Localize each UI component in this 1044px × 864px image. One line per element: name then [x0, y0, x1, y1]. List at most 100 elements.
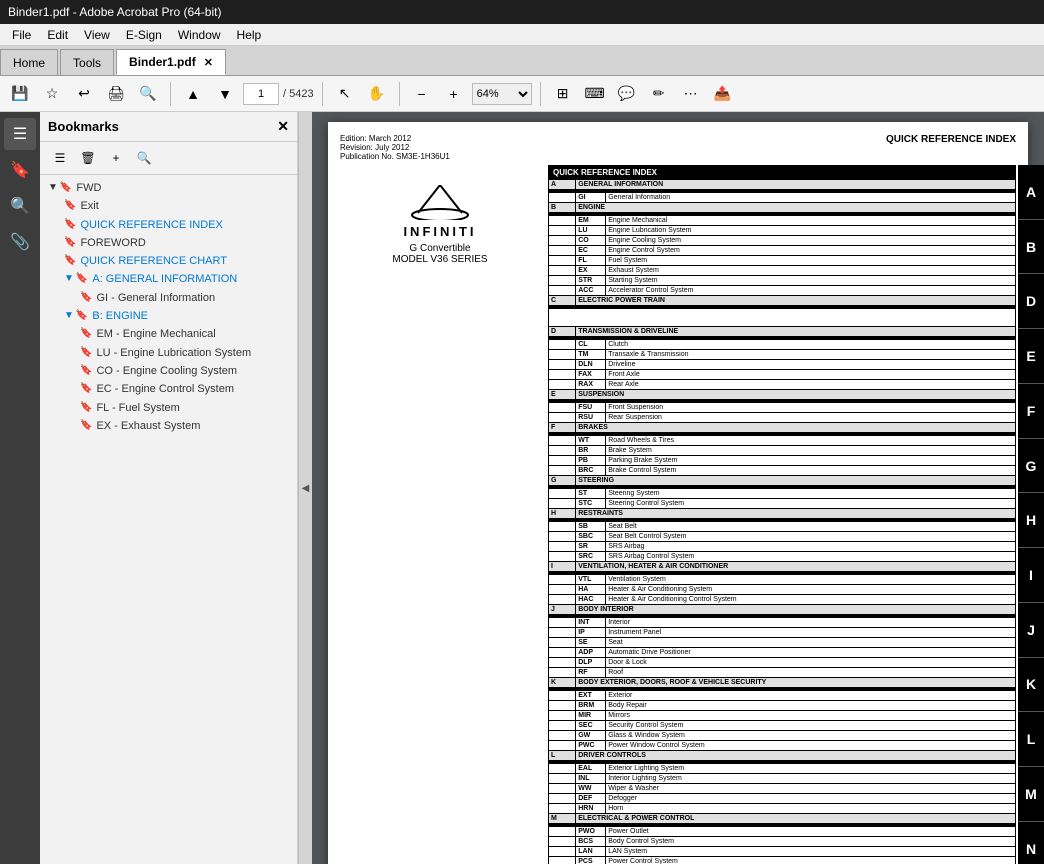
fwd-label: FWD: [76, 181, 101, 195]
menu-help[interactable]: Help: [229, 26, 270, 44]
bookmark-button[interactable]: ☆: [38, 80, 66, 108]
hand-tool[interactable]: ✋: [363, 80, 391, 108]
bookmark-fwd[interactable]: ▼ 🔖 FWD: [40, 179, 297, 197]
bookmark-gi[interactable]: 🔖 GI - General Information: [72, 289, 297, 307]
save-button[interactable]: 💾: [6, 80, 34, 108]
index-e[interactable]: E: [1018, 329, 1044, 384]
bookmarks-list: ▼ 🔖 FWD 🔖 Exit 🔖 QUICK REFERENCE INDEX 🔖…: [40, 175, 297, 864]
index-f[interactable]: F: [1018, 384, 1044, 439]
a-label: A: GENERAL INFORMATION: [92, 272, 237, 286]
bookmark-foreword[interactable]: 🔖 FOREWORD: [56, 234, 297, 252]
bookmark-ex[interactable]: 🔖 EX - Exhaust System: [72, 417, 297, 435]
pdf-index-title: QUICK REFERENCE INDEX: [886, 134, 1016, 161]
back-button[interactable]: ↩: [70, 80, 98, 108]
bookmarks-toolbar: ☰ 🗑 + 🔍: [40, 142, 297, 175]
index-b[interactable]: B: [1018, 220, 1044, 275]
bookmark-em[interactable]: 🔖 EM - Engine Mechanical: [72, 325, 297, 343]
bookmark-icon-qrc: 🔖: [64, 255, 76, 266]
index-h[interactable]: H: [1018, 493, 1044, 548]
tab-close-icon[interactable]: ✕: [204, 56, 213, 69]
menu-esign[interactable]: E-Sign: [118, 26, 170, 44]
index-l[interactable]: L: [1018, 712, 1044, 767]
bookmark-qri[interactable]: 🔖 QUICK REFERENCE INDEX: [56, 216, 297, 234]
title-bar-text: Binder1.pdf - Adobe Acrobat Pro (64-bit): [8, 5, 221, 19]
pdf-edition: Edition: March 2012 Revision: July 2012 …: [340, 134, 450, 161]
index-i[interactable]: I: [1018, 548, 1044, 603]
layout-button[interactable]: ⊞: [549, 80, 577, 108]
bookmark-icon-qri: 🔖: [64, 219, 76, 230]
bookmark-qrc[interactable]: 🔖 QUICK REFERENCE CHART: [56, 252, 297, 270]
page-input[interactable]: [243, 83, 279, 105]
index-j[interactable]: J: [1018, 603, 1044, 658]
bookmark-exit[interactable]: 🔖 Exit: [56, 197, 297, 215]
bookmark-icon-ec: 🔖: [80, 383, 92, 394]
qrc-label: QUICK REFERENCE CHART: [80, 254, 226, 268]
bookmarks-add-btn[interactable]: +: [104, 146, 128, 170]
bookmark-co[interactable]: 🔖 CO - Engine Cooling System: [72, 362, 297, 380]
index-g[interactable]: G: [1018, 439, 1044, 494]
brand-name: INFINITI: [403, 224, 476, 239]
sep3: [399, 82, 400, 106]
pdf-page: Edition: March 2012 Revision: July 2012 …: [328, 122, 1028, 864]
model-name: G Convertible: [409, 243, 470, 254]
tab-tools[interactable]: Tools: [60, 49, 114, 75]
index-k[interactable]: K: [1018, 658, 1044, 713]
index-d[interactable]: D: [1018, 274, 1044, 329]
bookmarks-delete-btn[interactable]: 🗑: [76, 146, 100, 170]
prev-page-button[interactable]: ▲: [179, 80, 207, 108]
bookmark-a[interactable]: ▼ 🔖 A: GENERAL INFORMATION: [56, 270, 297, 288]
index-m[interactable]: M: [1018, 767, 1044, 822]
gi-label: GI - General Information: [96, 291, 215, 305]
bookmarks-menu-btn[interactable]: ☰: [48, 146, 72, 170]
find-button[interactable]: 🔍: [134, 80, 162, 108]
tab-home-label: Home: [13, 56, 45, 70]
search-panel-icon[interactable]: 🔍: [4, 190, 36, 222]
b-toggle[interactable]: ▼: [64, 310, 74, 321]
zoom-out-button[interactable]: −: [408, 80, 436, 108]
zoom-select[interactable]: 64% 100% 150%: [472, 83, 532, 105]
print-button[interactable]: 🖨: [102, 80, 130, 108]
bookmark-fl[interactable]: 🔖 FL - Fuel System: [72, 399, 297, 417]
tab-binder[interactable]: Binder1.pdf ✕: [116, 49, 226, 75]
menu-edit[interactable]: Edit: [39, 26, 76, 44]
foreword-label: FOREWORD: [80, 236, 145, 250]
sep2: [322, 82, 323, 106]
sidebar-toggle-icon[interactable]: ☰: [4, 118, 36, 150]
menu-window[interactable]: Window: [170, 26, 229, 44]
bookmark-ec[interactable]: 🔖 EC - Engine Control System: [72, 380, 297, 398]
bookmark-lu[interactable]: 🔖 LU - Engine Lubrication System: [72, 344, 297, 362]
menu-view[interactable]: View: [76, 26, 118, 44]
bookmark-icon-b: 🔖: [76, 310, 88, 321]
bookmark-b[interactable]: ▼ 🔖 B: ENGINE: [56, 307, 297, 325]
bookmark-icon-fl: 🔖: [80, 402, 92, 413]
attach-icon[interactable]: 📎: [4, 226, 36, 258]
pdf-viewer[interactable]: Edition: March 2012 Revision: July 2012 …: [312, 112, 1044, 864]
bookmark-icon-fwd: 🔖: [60, 182, 72, 193]
bookmarks-close-icon[interactable]: ✕: [277, 118, 289, 135]
a-children: 🔖 GI - General Information: [56, 289, 297, 307]
next-page-button[interactable]: ▼: [211, 80, 239, 108]
more-button[interactable]: ⋯: [677, 80, 705, 108]
bookmark-panel-icon[interactable]: 🔖: [4, 154, 36, 186]
pen-button[interactable]: ✏: [645, 80, 673, 108]
fwd-toggle[interactable]: ▼: [48, 182, 58, 193]
index-a[interactable]: A: [1018, 165, 1044, 220]
index-n[interactable]: N: [1018, 822, 1044, 864]
lu-label: LU - Engine Lubrication System: [96, 346, 251, 360]
a-toggle[interactable]: ▼: [64, 273, 74, 284]
tab-binder-label: Binder1.pdf: [129, 55, 196, 69]
sep4: [540, 82, 541, 106]
zoom-in-button[interactable]: +: [440, 80, 468, 108]
cursor-tool[interactable]: ↖: [331, 80, 359, 108]
qri-label: QUICK REFERENCE INDEX: [80, 218, 222, 232]
share-button[interactable]: 📤: [709, 80, 737, 108]
tab-home[interactable]: Home: [0, 49, 58, 75]
bookmarks-find-btn[interactable]: 🔍: [132, 146, 156, 170]
b-label: B: ENGINE: [92, 309, 148, 323]
infiniti-logo-area: INFINITI G Convertible MODEL V36 SERIES: [340, 165, 540, 285]
series-name: MODEL V36 SERIES: [392, 254, 487, 265]
menu-file[interactable]: File: [4, 26, 39, 44]
comment-button[interactable]: 💬: [613, 80, 641, 108]
sidebar-resize-handle[interactable]: ◀: [298, 112, 312, 864]
keyboard-button[interactable]: ⌨: [581, 80, 609, 108]
